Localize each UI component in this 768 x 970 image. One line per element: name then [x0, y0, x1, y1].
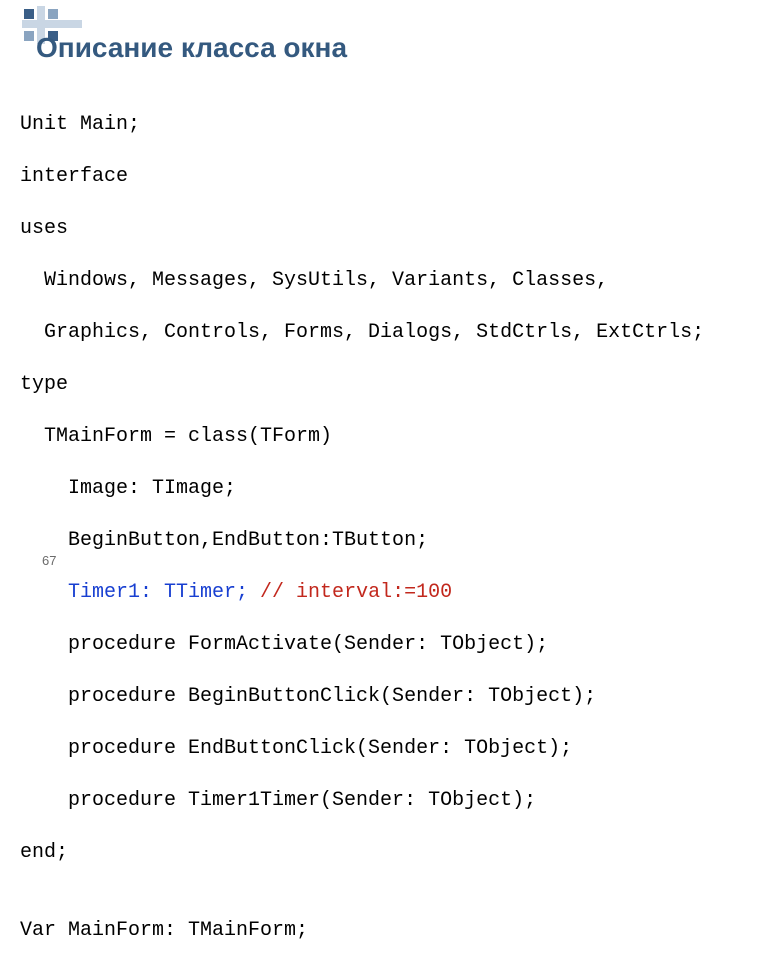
code-line: procedure FormActivate(Sender: TObject); [20, 632, 750, 658]
code-line: procedure Timer1Timer(Sender: TObject); [20, 788, 750, 814]
code-line: end; [20, 840, 750, 866]
slide-title: Описание класса окна [36, 32, 347, 64]
code-line-highlight: Timer1: TTimer; // interval:=100 [20, 580, 750, 606]
code-block: Unit Main; interface uses Windows, Messa… [20, 86, 750, 970]
code-segment-blue: Timer1: TTimer; [20, 581, 248, 604]
code-line: type [20, 372, 750, 398]
code-line: BeginButton,EndButton:TButton; [20, 528, 750, 554]
code-line: Image: TImage; [20, 476, 750, 502]
page-number: 67 [42, 553, 56, 568]
code-line: Var MainForm: TMainForm; [20, 918, 750, 944]
code-line: Unit Main; [20, 112, 750, 138]
code-line: TMainForm = class(TForm) [20, 424, 750, 450]
code-line: procedure BeginButtonClick(Sender: TObje… [20, 684, 750, 710]
code-line: procedure EndButtonClick(Sender: TObject… [20, 736, 750, 762]
code-line: Windows, Messages, SysUtils, Variants, C… [20, 268, 750, 294]
code-line: uses [20, 216, 750, 242]
code-segment-comment: // interval:=100 [248, 581, 452, 604]
code-line: interface [20, 164, 750, 190]
code-line: Graphics, Controls, Forms, Dialogs, StdC… [20, 320, 750, 346]
